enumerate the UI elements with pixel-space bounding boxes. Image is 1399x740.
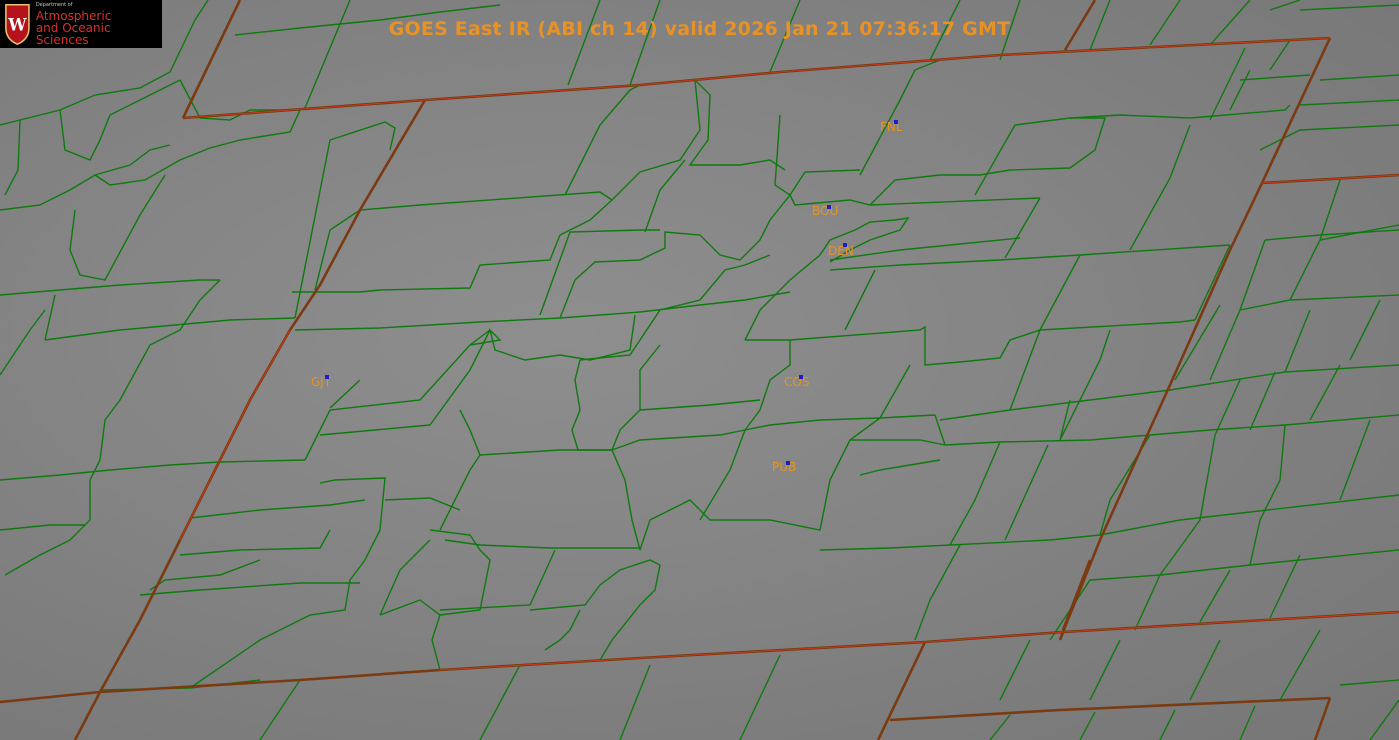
logo[interactable]: W Department of Atmospheric and Oceanic … (0, 0, 162, 48)
station-gjt[interactable]: GJT (311, 375, 332, 389)
station-marker-icon (843, 243, 847, 247)
logo-line-2: and Oceanic Sciences (35, 20, 111, 47)
station-label: COS (784, 375, 809, 389)
county-boundaries (0, 0, 1399, 740)
station-marker-icon (325, 375, 329, 379)
station-marker-icon (827, 205, 831, 209)
crest-letter: W (7, 16, 27, 35)
station-label: DEN (828, 244, 854, 258)
station-label: PUB (772, 460, 796, 474)
station-cos[interactable]: COS (784, 375, 809, 389)
station-marker-icon (894, 120, 898, 124)
station-marker-icon (799, 375, 803, 379)
station-label: BOU (812, 204, 838, 218)
map-overlay: FNL BOU DEN GJT COS PUB (0, 0, 1399, 740)
logo-text: Department of Atmospheric and Oceanic Sc… (35, 1, 162, 47)
logo-line-1: Atmospheric (35, 8, 112, 23)
station-bou[interactable]: BOU (812, 204, 838, 218)
station-pub[interactable]: PUB (772, 460, 796, 474)
station-label: FNL (880, 120, 903, 134)
station-den[interactable]: DEN (828, 243, 854, 258)
map-title: GOES East IR (ABI ch 14) valid 2026 Jan … (388, 18, 1011, 40)
logo-department: Department of (35, 1, 73, 8)
satellite-map: FNL BOU DEN GJT COS PUB GOES East IR (AB… (0, 0, 1399, 740)
crest-icon: W (5, 4, 30, 46)
station-marker-icon (786, 461, 790, 465)
station-fnl[interactable]: FNL (880, 120, 903, 134)
state-boundaries (0, 0, 1399, 740)
